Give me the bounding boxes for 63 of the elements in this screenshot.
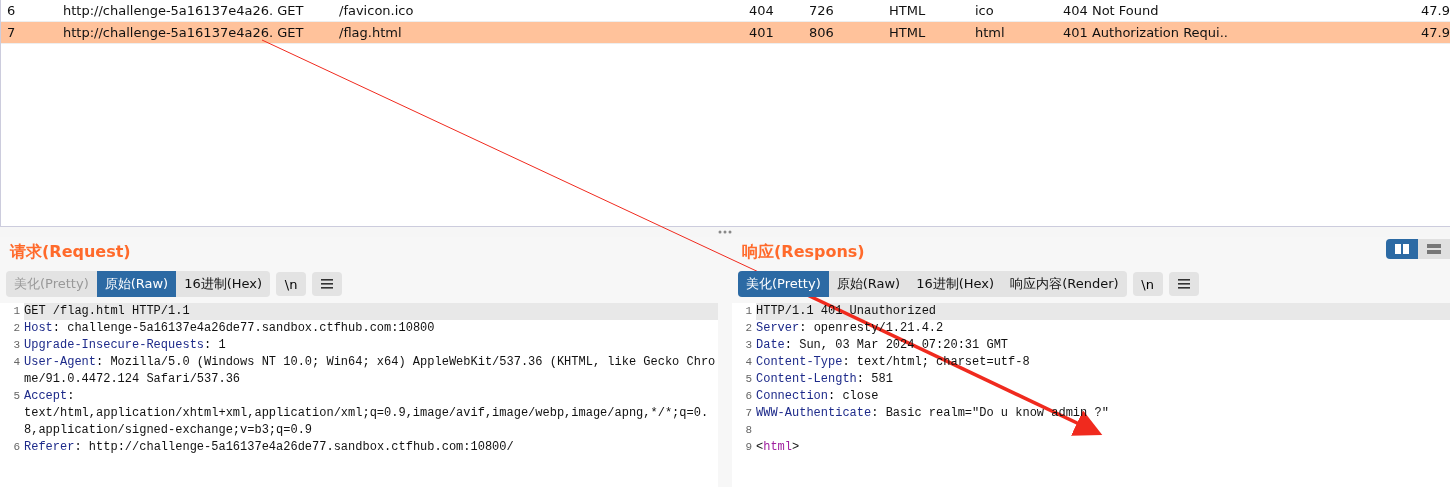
menu-button[interactable] (1168, 272, 1199, 296)
line-number: 4 (12, 355, 21, 370)
code-line: Referer: http://challenge-5a16137e4a26de77.sandbox.ctfhub.com:10800/ (24, 440, 514, 454)
drag-handle-icon[interactable] (718, 230, 732, 234)
code-line: User-Agent: Mozilla/5.0 (Windows NT 10.0; Win64; x64) AppleWebKit/537.36 (KHTML, like Gecko Chrome/91.0.4472.124 Safari/537.36 (24, 355, 716, 386)
line-number: 6 (12, 440, 21, 455)
view-tab[interactable]: 16进制(Hex) (176, 271, 271, 297)
menu-icon (1177, 279, 1190, 289)
table-cell-text: html (974, 25, 1006, 40)
line-number: 1 (744, 304, 753, 319)
table-cell-text: HTML (888, 25, 927, 40)
stacked-view-button[interactable] (1418, 239, 1450, 259)
table-cell-text: 6 (6, 3, 17, 18)
line-number: 7 (744, 406, 753, 421)
code-line: Content-Length: 581 (756, 372, 893, 386)
line-number: 4 (744, 355, 753, 370)
line-number: 8 (744, 423, 753, 438)
line-number: 5 (744, 372, 753, 387)
line-number: 2 (744, 321, 753, 336)
code-line: HTTP/1.1 401 Unauthorized (756, 304, 937, 318)
table-row[interactable]: 7 http://challenge-5a16137e4a26. GET /flag.html 401 806 HTML html 401 Authorization Requi.. 47.9 (1, 22, 1450, 44)
line-number: 5 (12, 389, 21, 404)
line-number: 3 (12, 338, 21, 353)
table-cell-text: ico (974, 3, 995, 18)
table-cell-text: 401 (748, 25, 775, 40)
table-cell-text: 401 Authorization Requi.. (1062, 25, 1227, 40)
view-tab[interactable]: 美化(Pretty) (738, 271, 829, 297)
table-cell-text: /favicon.ico (338, 3, 415, 18)
code-line: <html> (756, 440, 800, 454)
table-cell-text: 404 Not Found (1062, 3, 1160, 18)
table-cell-text: 47.9 (1420, 25, 1450, 40)
split-columns-icon (1395, 244, 1409, 254)
table-cell-text: 806 (808, 25, 835, 40)
menu-button[interactable] (312, 272, 343, 296)
code-line: GET /flag.html HTTP/1.1 (24, 304, 190, 318)
line-number: 2 (12, 321, 21, 336)
stacked-rows-icon (1427, 244, 1441, 254)
view-tab[interactable]: 响应内容(Render) (1002, 271, 1127, 297)
code-line: Upgrade-Insecure-Requests: 1 (24, 338, 226, 352)
table-cell-text: /flag.html (338, 25, 403, 40)
line-number: 1 (12, 304, 21, 319)
table-cell-text: 47.9 (1420, 3, 1450, 18)
menu-icon (321, 279, 334, 289)
table-cell-text: 7 (6, 25, 17, 40)
code-line: Date: Sun, 03 Mar 2024 07:20:31 GMT (756, 338, 1009, 352)
table-cell-text: http://challenge-5a16137e4a26. GET (62, 3, 305, 18)
line-number: 3 (744, 338, 753, 353)
view-tab[interactable]: 16进制(Hex) (908, 271, 1003, 297)
panel-title: 响应(Respons) (742, 241, 865, 263)
code-line: Host: challenge-5a16137e4a26de77.sandbox.ctfhub.com:10800 (24, 321, 435, 335)
code-line: Connection: close (756, 389, 879, 403)
table-cell-text: 404 (748, 3, 775, 18)
view-tab[interactable]: 原始(Raw) (96, 271, 177, 297)
split-view-button[interactable] (1386, 239, 1418, 259)
panel-title: 请求(Request) (10, 241, 131, 263)
newline-toggle-button[interactable]: \n (276, 272, 307, 296)
table-cell-text: HTML (888, 3, 927, 18)
line-number: 6 (744, 389, 753, 404)
line-number: 9 (744, 440, 753, 455)
table-cell-text: 726 (808, 3, 835, 18)
table-cell-text: http://challenge-5a16137e4a26. GET (62, 25, 305, 40)
view-tab[interactable]: 原始(Raw) (828, 271, 909, 297)
newline-toggle-button[interactable]: \n (1132, 272, 1163, 296)
